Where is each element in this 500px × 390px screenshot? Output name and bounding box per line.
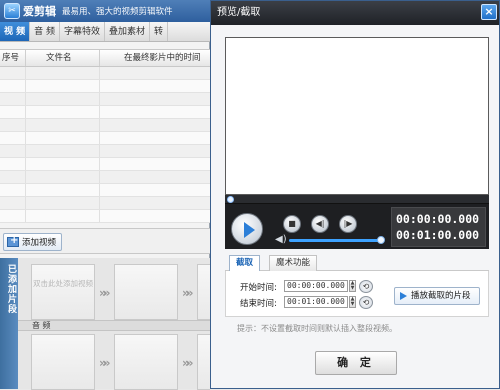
ok-button[interactable]: 确 定 [315,351,397,375]
close-icon[interactable]: × [481,4,497,20]
play-selection-button[interactable]: 播放截取的片段 [394,287,480,305]
clip-slot[interactable] [114,334,178,390]
add-video-button[interactable]: 添加视频 [3,233,63,251]
column-filename[interactable]: 文件名 [26,50,100,66]
main-tabs: 视 频 音 频 字幕特效 叠加素材 转 [0,22,210,42]
previous-frame-button[interactable]: ◀| [311,215,329,233]
app-logo-icon: ✂ [4,3,20,19]
start-time-spinner[interactable]: ▲ ▼ [349,280,356,292]
tab-video[interactable]: 视 频 [0,22,31,41]
player-controls: ■ ◀| |▶ ◀) 00:00:00.000 00:01:00.000 [225,195,489,249]
tab-magic-functions[interactable]: 魔术功能 [269,255,318,271]
stop-button[interactable]: ■ [283,215,301,233]
add-video-label: 添加视频 [22,238,57,248]
app-title: 爱剪辑 [23,5,56,18]
table-row[interactable] [0,119,210,132]
start-time-pick-icon[interactable]: ⟲ [359,280,373,293]
add-video-icon [7,235,19,247]
seek-knob[interactable] [227,196,234,203]
clip-slot[interactable] [197,334,210,390]
tab-overlay-material[interactable]: 叠加素材 [105,22,151,41]
current-timecode: 00:00:00.000 [396,212,480,226]
tab-audio[interactable]: 音 频 [30,22,61,41]
file-table-header: 序号 文件名 在最终影片中的时间 [0,49,210,67]
table-row[interactable] [0,80,210,93]
tab-transition[interactable]: 转 [150,22,169,41]
clip-slot[interactable] [31,334,95,390]
end-time-pick-icon[interactable]: ⟲ [359,296,373,309]
volume-icon[interactable]: ◀) [275,235,287,245]
tab-subtitle-effects[interactable]: 字幕特效 [60,22,106,41]
clip-slot[interactable] [114,264,178,320]
clip-timeline: 双击此处添加视频 »» »» 音 频 »» »» [18,258,210,390]
added-clips-label: 已添加片段 [0,258,18,389]
main-window: ✂ 爱剪辑 最易用、强大的视频剪辑软件 视 频 音 频 字幕特效 叠加素材 转 … [0,0,210,390]
video-preview [225,37,489,195]
dialog-titlebar: 预览/截取 × [211,1,499,25]
clip-arrow-icon: »» [182,356,193,370]
volume-slider[interactable] [289,239,381,242]
table-row[interactable] [0,145,210,158]
clip-arrow-icon: »» [99,286,110,300]
table-row[interactable] [0,184,210,197]
table-row[interactable] [0,93,210,106]
table-row[interactable] [0,132,210,145]
seek-bar[interactable] [225,195,489,204]
timecode-display: 00:00:00.000 00:01:00.000 [391,207,486,247]
clip-slot[interactable]: 双击此处添加视频 [31,264,95,320]
dialog-tabs: 截取 魔术功能 [225,255,489,271]
table-row[interactable] [0,158,210,171]
volume-knob[interactable] [377,236,385,244]
play-button[interactable] [231,213,263,245]
trim-tip: 提示：不设置截取时间则默认插入整段视频。 [237,324,397,333]
end-time-input[interactable]: 00:01:00.000 [284,296,348,308]
app-subtitle: 最易用、强大的视频剪辑软件 [62,7,173,17]
clip-arrow-icon: »» [182,286,193,300]
file-table-body [0,67,210,225]
table-row[interactable] [0,171,210,184]
dialog-title: 预览/截取 [217,7,261,18]
table-row[interactable] [0,210,210,223]
clip-slot[interactable] [197,264,210,320]
tab-trim[interactable]: 截取 [229,255,261,271]
end-time-label: 结束时间: [240,299,277,309]
add-video-bar: 添加视频 [0,228,210,254]
end-time-spinner[interactable]: ▲ ▼ [349,296,356,308]
audio-track-label: 音 频 [18,320,210,331]
next-frame-button[interactable]: |▶ [339,215,357,233]
table-row[interactable] [0,197,210,210]
total-timecode: 00:01:00.000 [396,228,480,242]
clip-arrow-icon: »» [99,356,110,370]
column-index[interactable]: 序号 [0,50,26,66]
app-titlebar: ✂ 爱剪辑 最易用、强大的视频剪辑软件 [0,0,210,22]
start-time-label: 开始时间: [240,283,277,293]
table-row[interactable] [0,106,210,119]
column-final-time[interactable]: 在最终影片中的时间 [100,50,210,66]
start-time-input[interactable]: 00:00:00.000 [284,280,348,292]
clip-slot-hint: 双击此处添加视频 [33,279,93,288]
preview-trim-dialog: 预览/截取 × ■ ◀| |▶ ◀) 00:00:00.000 00:01:00… [210,0,500,389]
table-row[interactable] [0,67,210,80]
trim-panel: 开始时间: 00:00:00.000 ▲ ▼ ⟲ 结束时间: 00:01:00.0… [225,271,489,317]
